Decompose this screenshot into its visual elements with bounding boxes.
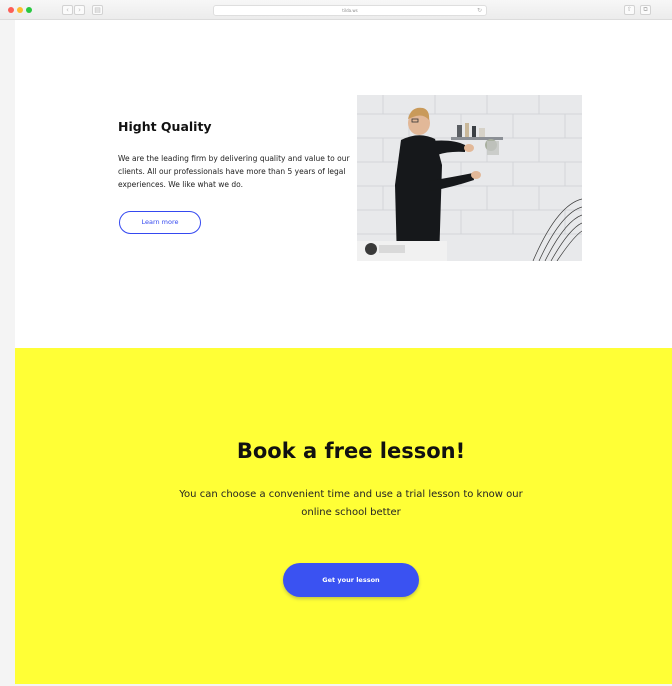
feature-photo <box>357 95 582 261</box>
share-icon[interactable]: ⇧ <box>624 5 635 15</box>
feature-description: We are the leading firm by delivering qu… <box>118 154 350 189</box>
close-window-button[interactable] <box>8 7 14 13</box>
maximize-window-button[interactable] <box>26 7 32 13</box>
feature-title: Hight Quality <box>118 119 212 134</box>
cta-section: Book a free lesson! You can choose a con… <box>15 348 672 684</box>
reload-icon[interactable]: ↻ <box>477 7 482 15</box>
address-bar[interactable]: tilda.ws ↻ <box>213 5 487 16</box>
browser-toolbar: ‹ › ▤ tilda.ws ↻ ⇧ ⧉ <box>0 0 672 20</box>
sidebar-toggle-icon[interactable]: ▤ <box>92 5 103 15</box>
learn-more-button[interactable]: Learn more <box>119 211 201 234</box>
back-icon[interactable]: ‹ <box>62 5 73 15</box>
feature-section: Hight Quality We are the leading firm by… <box>15 20 672 348</box>
cta-subtitle: You can choose a convenient time and use… <box>179 489 523 518</box>
get-lesson-button[interactable]: Get your lesson <box>283 563 419 597</box>
screenshot-frame: ‹ › ▤ tilda.ws ↻ ⇧ ⧉ Hight Quality We ar… <box>0 0 672 686</box>
minimize-window-button[interactable] <box>17 7 23 13</box>
tabs-overview-icon[interactable]: ⧉ <box>640 5 651 15</box>
address-text: tilda.ws <box>342 8 358 13</box>
cta-title: Book a free lesson! <box>236 439 466 463</box>
forward-icon[interactable]: › <box>74 5 85 15</box>
feature-photo-illustration <box>357 95 582 261</box>
page-viewport: Hight Quality We are the leading firm by… <box>15 20 672 684</box>
